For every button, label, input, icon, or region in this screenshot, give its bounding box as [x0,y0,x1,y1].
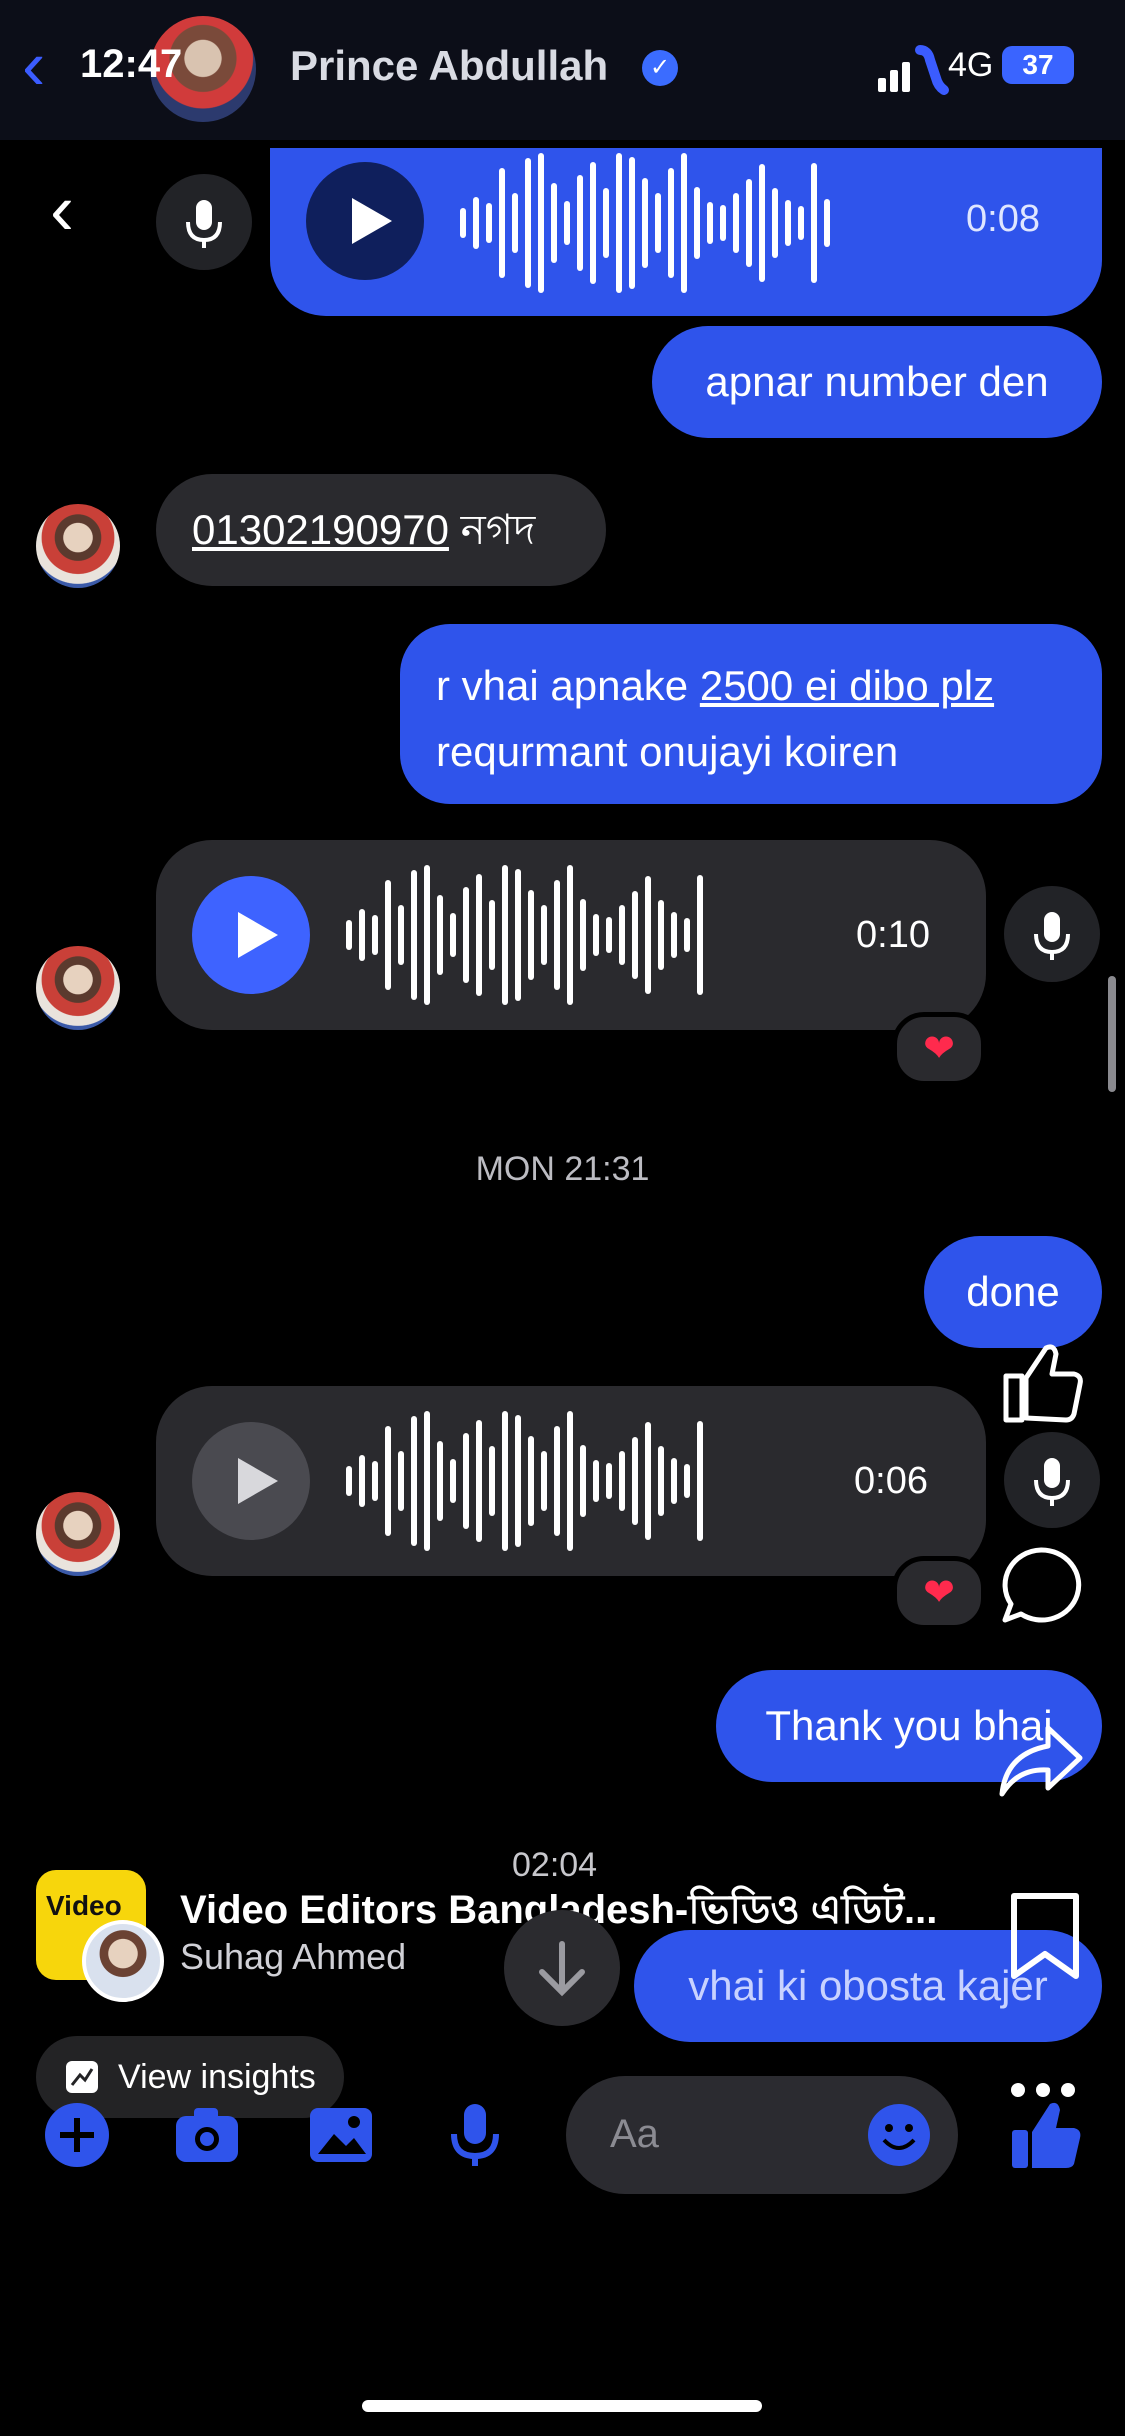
comment-icon[interactable] [996,1542,1086,1632]
waveform [346,860,703,1010]
message-incoming: 01302190970 নগদ [156,474,606,586]
author-avatar[interactable] [82,1920,164,2002]
save-icon[interactable] [1000,1890,1090,1980]
voice-duration: 0:08 [966,198,1040,240]
thumbs-up-icon[interactable] [1008,2096,1084,2172]
waveform [460,148,830,298]
home-indicator[interactable] [362,2400,762,2412]
page-logo-text: Video [46,1890,122,1921]
close-post-button[interactable]: ‹ [50,174,74,246]
battery-icon: 37 [1002,46,1074,84]
scroll-down-button[interactable] [504,1910,620,2026]
mic-icon[interactable] [156,174,252,270]
emoji-icon[interactable] [866,2102,932,2168]
scrollbar[interactable] [1108,976,1116,1092]
share-icon[interactable] [996,1716,1086,1806]
play-button[interactable] [192,1422,310,1540]
plus-icon[interactable] [42,2100,112,2170]
voice-message-outgoing[interactable]: 0:08 [270,148,1102,316]
view-insights-label: View insights [118,2057,316,2096]
message-input[interactable]: Aa [566,2076,958,2194]
date-separator: MON 21:31 [475,1150,650,1188]
message-input-placeholder: Aa [610,2112,659,2156]
camera-icon[interactable] [172,2100,242,2170]
message-link[interactable]: 2500 ei dibo plz [700,662,994,709]
message-suffix: নগদ [460,506,536,553]
voice-message-incoming[interactable]: 0:06 [156,1386,986,1576]
heart-reaction-icon[interactable]: ❤ [892,1012,986,1086]
voice-message-incoming[interactable]: 0:10 [156,840,986,1030]
message-text: r vhai apnake [436,662,700,709]
play-button[interactable] [306,162,424,280]
sender-avatar[interactable] [36,504,120,588]
mic-icon[interactable] [1004,886,1100,982]
play-button[interactable] [192,876,310,994]
message-outgoing: done [924,1236,1102,1348]
network-label: 4G [948,46,994,84]
battery-level: 37 [1022,49,1054,80]
status-time: 12:47 [80,42,183,86]
voice-duration: 0:10 [856,914,930,956]
waveform [346,1406,703,1556]
contact-name[interactable]: Prince Abdullah [290,42,608,90]
gallery-icon[interactable] [306,2100,376,2170]
message-outgoing: apnar number den [652,326,1102,438]
phone-number-link[interactable]: 01302190970 [192,506,449,553]
message-text: requrmant onujayi koiren [436,728,899,775]
insights-icon [66,2061,98,2093]
microphone-icon[interactable] [440,2100,510,2170]
message-outgoing: r vhai apnake 2500 ei dibo plz requrmant… [400,624,1102,804]
back-button[interactable]: ‹ [22,30,82,100]
voice-duration: 0:06 [854,1460,928,1502]
author-name[interactable]: Suhag Ahmed [180,1936,406,1978]
sender-avatar[interactable] [36,1492,120,1576]
sender-avatar[interactable] [36,946,120,1030]
verified-icon: ✓ [642,50,678,86]
mic-icon[interactable] [1004,1432,1100,1528]
like-icon[interactable] [996,1336,1086,1426]
heart-reaction-icon[interactable]: ❤ [892,1556,986,1630]
